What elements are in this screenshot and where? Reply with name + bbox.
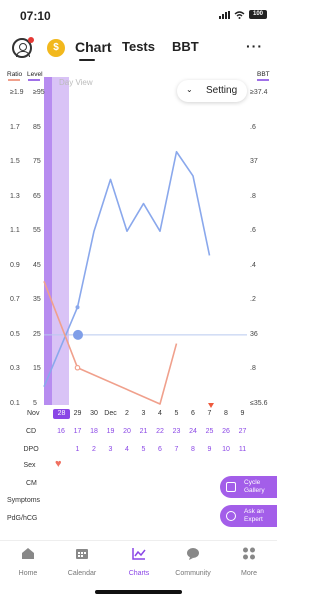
nav-charts[interactable]: Charts [114,547,164,577]
data-point [74,364,81,371]
chat-expert-icon [226,511,236,521]
record-cell[interactable]: 26 [219,428,233,435]
home-icon [22,548,34,559]
date-cell[interactable]: 2 [120,410,134,417]
date-cell[interactable]: 7 [203,410,217,417]
nav-more-label: More [241,570,257,577]
record-cell[interactable]: 19 [104,428,118,435]
record-cell[interactable]: 21 [137,428,151,435]
month-label: Nov [27,410,40,417]
record-cell[interactable]: 1 [71,446,85,453]
row-label-dpo: DPO [23,446,39,453]
record-cell[interactable]: 25 [203,428,217,435]
chart-icon [132,548,146,560]
record-cell[interactable]: 6 [153,446,167,453]
date-cell[interactable]: 3 [137,410,151,417]
gallery-icon [226,482,236,492]
date-cell[interactable]: 30 [87,410,101,417]
record-cell[interactable]: 24 [186,428,200,435]
record-cell[interactable]: 5 [137,446,151,453]
calendar-icon [76,549,88,559]
row-label-pdghcg: PdG/hCG [7,515,38,522]
ask-expert-button[interactable]: Ask an Expert [220,505,277,527]
record-cell[interactable]: 23 [170,428,184,435]
record-cell[interactable]: 27 [236,428,250,435]
nav-home-label: Home [18,570,38,577]
nav-community[interactable]: Community [168,547,218,577]
current-day-marker [73,329,83,340]
series-line-1 [43,281,178,405]
cycle-gallery-button[interactable]: Cycle Gallery [220,476,277,498]
record-cell[interactable]: 22 [153,428,167,435]
grid-icon [243,547,255,560]
nav-community-label: Community [175,570,211,577]
heart-icon[interactable]: ♥ [55,458,62,470]
record-cell[interactable]: 2 [87,446,101,453]
record-cell[interactable]: 10 [219,446,233,453]
nav-charts-label: Charts [128,570,150,577]
series-line-0 [43,150,211,388]
row-label-symptoms: Symptoms [7,497,41,504]
nav-calendar[interactable]: Calendar [57,547,107,577]
ask-expert-label: Ask an Expert [244,508,264,523]
date-cell[interactable]: 29 [71,410,85,417]
cycle-gallery-label: Cycle Gallery [244,479,265,494]
ovulation-marker-icon [208,403,214,408]
record-cell[interactable]: 16 [54,428,68,435]
nav-calendar-label: Calendar [67,570,97,577]
date-cell[interactable]: Dec [104,410,118,417]
record-cell[interactable]: 7 [170,446,184,453]
date-cell[interactable]: 9 [236,410,250,417]
date-cell[interactable]: 8 [219,410,233,417]
date-cell[interactable]: 4 [153,410,167,417]
date-cell[interactable]: 6 [186,410,200,417]
data-point [75,305,80,310]
record-cell[interactable]: 18 [87,428,101,435]
selected-date[interactable]: 28 [53,409,70,419]
home-indicator [95,590,182,594]
record-cell[interactable]: 20 [120,428,134,435]
row-label-cd: CD [26,428,37,435]
record-cell[interactable]: 11 [236,446,250,453]
record-cell[interactable]: 17 [71,428,85,435]
record-cell[interactable]: 9 [203,446,217,453]
community-icon [187,548,199,560]
nav-home[interactable]: Home [3,547,53,577]
nav-more[interactable]: More [224,547,274,577]
date-cell[interactable]: 5 [170,410,184,417]
row-label-cm: CM [26,480,37,487]
record-cell[interactable]: 3 [104,446,118,453]
record-cell[interactable]: 8 [186,446,200,453]
record-cell[interactable]: 4 [120,446,134,453]
row-label-sex: Sex [23,462,36,469]
